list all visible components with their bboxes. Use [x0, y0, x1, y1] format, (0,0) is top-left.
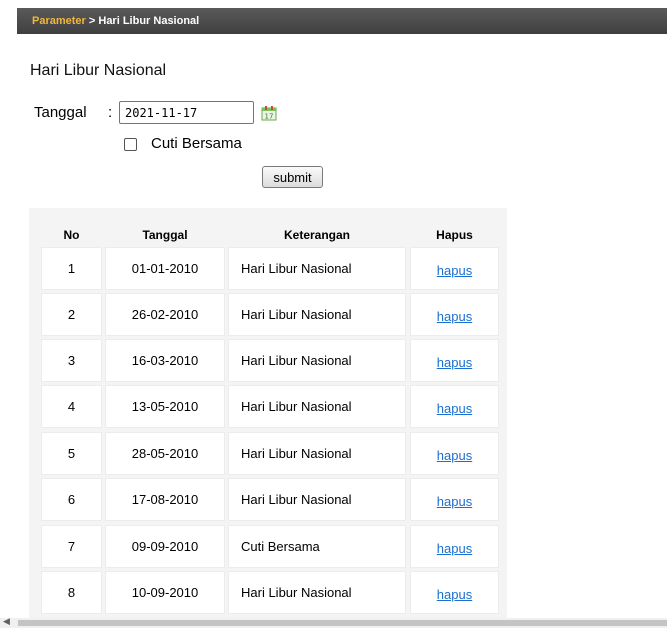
- horizontal-scrollbar[interactable]: ◀: [0, 617, 667, 628]
- cell-tanggal: 28-05-2010: [105, 432, 225, 475]
- holiday-table: No Tanggal Keterangan Hapus 1 01-01-2010…: [29, 208, 507, 628]
- hapus-link[interactable]: hapus: [437, 263, 472, 278]
- cell-hapus: hapus: [410, 478, 499, 521]
- column-header-keterangan: Keterangan: [283, 228, 351, 242]
- hapus-link[interactable]: hapus: [437, 494, 472, 509]
- cell-tanggal: 17-08-2010: [105, 478, 225, 521]
- hapus-link[interactable]: hapus: [437, 355, 472, 370]
- calendar-icon[interactable]: 17: [260, 105, 278, 121]
- cell-no: 7: [41, 525, 102, 568]
- top-bar: Parameter > Hari Libur Nasional: [17, 8, 667, 34]
- cell-no: 6: [41, 478, 102, 521]
- tanggal-colon: :: [108, 104, 113, 121]
- hapus-link[interactable]: hapus: [437, 309, 472, 324]
- submit-button[interactable]: submit: [262, 166, 323, 188]
- cell-tanggal: 13-05-2010: [105, 385, 225, 428]
- cell-keterangan: Cuti Bersama: [228, 525, 406, 568]
- hapus-link[interactable]: hapus: [437, 448, 472, 463]
- cell-keterangan: Hari Libur Nasional: [228, 385, 406, 428]
- cell-no: 3: [41, 339, 102, 382]
- cell-tanggal: 01-01-2010: [105, 247, 225, 290]
- cell-tanggal: 09-09-2010: [105, 525, 225, 568]
- cell-keterangan: Hari Libur Nasional: [228, 293, 406, 336]
- tanggal-input[interactable]: [119, 101, 254, 124]
- tanggal-label: Tanggal: [34, 104, 87, 121]
- cell-no: 2: [41, 293, 102, 336]
- breadcrumb-parameter-link[interactable]: Parameter: [32, 15, 86, 27]
- cell-keterangan: Hari Libur Nasional: [228, 432, 406, 475]
- table-row: 5 28-05-2010 Hari Libur Nasional hapus: [29, 432, 507, 475]
- table-row: 8 10-09-2010 Hari Libur Nasional hapus: [29, 571, 507, 614]
- cell-no: 4: [41, 385, 102, 428]
- column-header-no: No: [63, 228, 80, 242]
- cell-hapus: hapus: [410, 339, 499, 382]
- cell-no: 1: [41, 247, 102, 290]
- table-row: 4 13-05-2010 Hari Libur Nasional hapus: [29, 385, 507, 428]
- cell-tanggal: 16-03-2010: [105, 339, 225, 382]
- cell-hapus: hapus: [410, 247, 499, 290]
- cell-keterangan: Hari Libur Nasional: [228, 478, 406, 521]
- breadcrumb-separator: >: [85, 15, 99, 27]
- cuti-bersama-label: Cuti Bersama: [151, 135, 242, 152]
- cell-no: 5: [41, 432, 102, 475]
- cell-hapus: hapus: [410, 571, 499, 614]
- cell-hapus: hapus: [410, 525, 499, 568]
- cell-keterangan: Hari Libur Nasional: [228, 247, 406, 290]
- table-row: 3 16-03-2010 Hari Libur Nasional hapus: [29, 339, 507, 382]
- table-row: 6 17-08-2010 Hari Libur Nasional hapus: [29, 478, 507, 521]
- cell-keterangan: Hari Libur Nasional: [228, 339, 406, 382]
- cell-hapus: hapus: [410, 385, 499, 428]
- table-row: 7 09-09-2010 Cuti Bersama hapus: [29, 525, 507, 568]
- cell-hapus: hapus: [410, 293, 499, 336]
- svg-text:17: 17: [265, 113, 274, 121]
- hapus-link[interactable]: hapus: [437, 587, 472, 602]
- breadcrumb-current: Hari Libur Nasional: [98, 15, 200, 27]
- scroll-left-arrow-icon[interactable]: ◀: [3, 617, 10, 627]
- table-row: 1 01-01-2010 Hari Libur Nasional hapus: [29, 247, 507, 290]
- page-title: Hari Libur Nasional: [30, 62, 167, 79]
- cell-tanggal: 10-09-2010: [105, 571, 225, 614]
- cell-no: 8: [41, 571, 102, 614]
- scrollbar-thumb[interactable]: [18, 620, 667, 626]
- hapus-link[interactable]: hapus: [437, 401, 472, 416]
- cell-hapus: hapus: [410, 432, 499, 475]
- cuti-bersama-checkbox[interactable]: [124, 138, 137, 151]
- table-row: 2 26-02-2010 Hari Libur Nasional hapus: [29, 293, 507, 336]
- hapus-link[interactable]: hapus: [437, 541, 472, 556]
- column-header-hapus: Hapus: [436, 228, 473, 242]
- column-header-tanggal: Tanggal: [142, 228, 188, 242]
- breadcrumb: Parameter > Hari Libur Nasional: [32, 8, 199, 34]
- cell-keterangan: Hari Libur Nasional: [228, 571, 406, 614]
- cell-tanggal: 26-02-2010: [105, 293, 225, 336]
